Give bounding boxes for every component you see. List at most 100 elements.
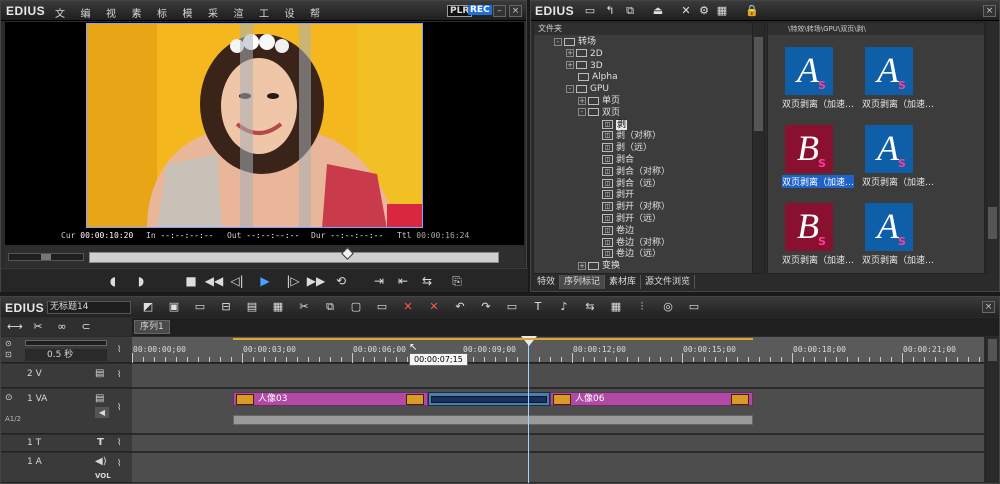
loop-icon[interactable]: ⟲ — [331, 271, 351, 291]
marker-icon[interactable]: ▭ — [505, 300, 519, 314]
expand-icon[interactable]: + — [578, 261, 586, 270]
audio-mute-icon[interactable]: ◀ — [95, 407, 109, 418]
mixer-icon-1t[interactable]: ⌇ — [117, 438, 121, 448]
new-sequence-icon[interactable]: ◩ — [141, 300, 155, 314]
time-ruler[interactable]: 00:00:00;00 00:00:03;00 00:00:06;00 00:00:0… — [132, 337, 984, 363]
clip-2[interactable]: 人像06 — [550, 392, 753, 406]
effect-item[interactable]: ◫ 剥（远） — [590, 142, 652, 154]
effect-item[interactable]: ◫ 剥 — [590, 119, 628, 131]
bin-tab[interactable]: 特效 — [533, 275, 561, 289]
zoom-lock-icon[interactable]: ⊡ — [5, 350, 12, 359]
properties-icon[interactable]: ⚙ — [697, 4, 711, 18]
folder-item[interactable]: - 转场 — [554, 36, 596, 48]
project-name[interactable]: 无标题14 — [47, 301, 131, 314]
mark-in-icon[interactable]: ◖ — [103, 271, 123, 291]
output-icon[interactable]: ⎘ — [447, 271, 467, 291]
bin-tab[interactable]: 素材库 — [605, 275, 642, 289]
effect-item[interactable]: ◫ 剥合（远） — [590, 178, 661, 190]
stop-icon[interactable]: ■ — [181, 271, 201, 291]
effect-item[interactable]: ◫ 剥开（对称） — [590, 201, 670, 213]
undo-icon[interactable]: ↶ — [453, 300, 467, 314]
shuttle-slider[interactable] — [8, 253, 84, 261]
view-mode-icon[interactable]: ▦ — [715, 4, 729, 18]
effect-thumb-item[interactable]: A S 双页剥离（加速… — [862, 47, 938, 111]
lock-track-icon[interactable]: ⊙ — [5, 339, 12, 348]
effect-item[interactable]: ◫ 剥开（远） — [590, 213, 661, 225]
expand-icon[interactable]: + — [566, 49, 574, 58]
effect-thumb-item[interactable]: B S 双页剥离（加速… — [782, 125, 858, 189]
copy-icon[interactable]: ⧉ — [323, 300, 337, 314]
render-icon[interactable]: ◎ — [661, 300, 675, 314]
lock-icon[interactable]: 🔒 — [745, 4, 759, 18]
bin-tab[interactable]: 源文件浏览 — [641, 275, 696, 289]
effect-thumb-item[interactable]: A S 双页剥离（加速… — [862, 125, 938, 189]
zoom-value[interactable]: 0.5 秒 — [25, 349, 107, 361]
zoom-slider[interactable] — [25, 340, 107, 346]
expand-icon[interactable]: + — [578, 96, 586, 105]
capture-icon[interactable]: ▣ — [167, 300, 181, 314]
track-lane-2v[interactable] — [132, 364, 984, 388]
transition-block[interactable] — [428, 392, 550, 406]
overwrite-icon[interactable]: ⇤ — [393, 271, 413, 291]
bin-close-icon[interactable]: × — [983, 5, 996, 17]
collapse-icon[interactable]: - — [578, 108, 586, 117]
timeline-scroll-thumb[interactable] — [988, 339, 997, 361]
effect-thumb-item[interactable]: A S 双页剥离（加速… — [782, 47, 858, 111]
close-icon[interactable]: × — [509, 5, 522, 17]
effect-item[interactable]: ◫ 剥（对称） — [590, 130, 661, 142]
ruler-mode-icon[interactable]: ⌇ — [117, 345, 121, 355]
fast-forward-icon[interactable]: ▶▶ — [306, 271, 326, 291]
folder-view-icon[interactable]: ⧉ — [623, 4, 637, 18]
step-forward-icon[interactable]: |▷ — [283, 271, 303, 291]
video-mute-icon-1va[interactable]: ▤ — [95, 393, 104, 404]
apply-icon[interactable]: ⏏ — [651, 4, 665, 18]
bin-tab[interactable]: 序列标记 — [560, 275, 606, 289]
mixer-icon-1a[interactable]: ⌇ — [117, 459, 121, 469]
ripple-icon[interactable]: ✂ — [31, 320, 45, 334]
track-lane-1a[interactable] — [132, 453, 984, 483]
delete-icon[interactable]: ✕ — [679, 4, 693, 18]
shuttle-handle[interactable] — [41, 254, 51, 260]
sync-icon[interactable]: ⇆ — [583, 300, 597, 314]
effect-item[interactable]: ◫ 卷边（远） — [590, 248, 661, 260]
folder-item[interactable]: Alpha — [566, 71, 618, 83]
timeline-scrollbar[interactable] — [985, 337, 999, 483]
folder-item[interactable]: + 单页 — [578, 95, 620, 107]
tab-sequence[interactable]: 序列1 — [134, 320, 170, 334]
effect-item[interactable]: ◫ 剥合（对称） — [590, 166, 670, 178]
effect-thumb-item[interactable]: A S 双页剥离（加速… — [862, 203, 938, 267]
video-mute-icon[interactable]: ▤ — [95, 368, 104, 379]
rec-badge[interactable]: REC — [468, 5, 492, 15]
vol-label[interactable]: VOL — [95, 472, 111, 480]
track-toggle-icon[interactable]: ⊙ — [5, 393, 13, 403]
ripple-delete-icon[interactable]: ✕ — [427, 300, 441, 314]
folder-item[interactable]: - 双页 — [578, 107, 620, 119]
folder-item[interactable]: - GPU — [566, 83, 609, 95]
minimize-icon[interactable]: – — [493, 5, 506, 17]
cut-icon[interactable]: ✂ — [297, 300, 311, 314]
replace-icon[interactable]: ⇆ — [417, 271, 437, 291]
track-lane-1t[interactable] — [132, 435, 984, 452]
audio-clip-band[interactable] — [233, 415, 753, 425]
effect-item[interactable]: ◫ 卷边 — [590, 225, 634, 237]
link-icon[interactable]: ⊂ — [79, 320, 93, 334]
title-icon[interactable]: T — [531, 300, 545, 314]
delete-icon[interactable]: ✕ — [401, 300, 415, 314]
track-mode-icon[interactable]: ⟷ — [7, 320, 23, 334]
mark-out-icon[interactable]: ◗ — [131, 271, 151, 291]
open-icon[interactable]: ▭ — [193, 300, 207, 314]
folder-item[interactable]: +2D — [566, 48, 603, 60]
paste-icon[interactable]: ▢ — [349, 300, 363, 314]
track-lane-1va[interactable]: 人像03 人像06 — [132, 389, 984, 434]
clip-1[interactable]: 人像03 — [233, 392, 428, 406]
gallery-scrollbar[interactable] — [986, 22, 998, 274]
step-back-icon[interactable]: ◁| — [227, 271, 247, 291]
redo-icon[interactable]: ↷ — [479, 300, 493, 314]
settings-icon[interactable]: ▭ — [687, 300, 701, 314]
play-icon[interactable]: ▶ — [255, 271, 275, 291]
expand-icon[interactable]: + — [566, 61, 574, 70]
folder-item[interactable]: +3D — [566, 60, 603, 72]
mixer-icon-2v[interactable]: ⌇ — [117, 370, 121, 380]
sync-icon[interactable]: ∞ — [55, 320, 69, 334]
effect-item[interactable]: ◫ 剥开 — [590, 189, 634, 201]
